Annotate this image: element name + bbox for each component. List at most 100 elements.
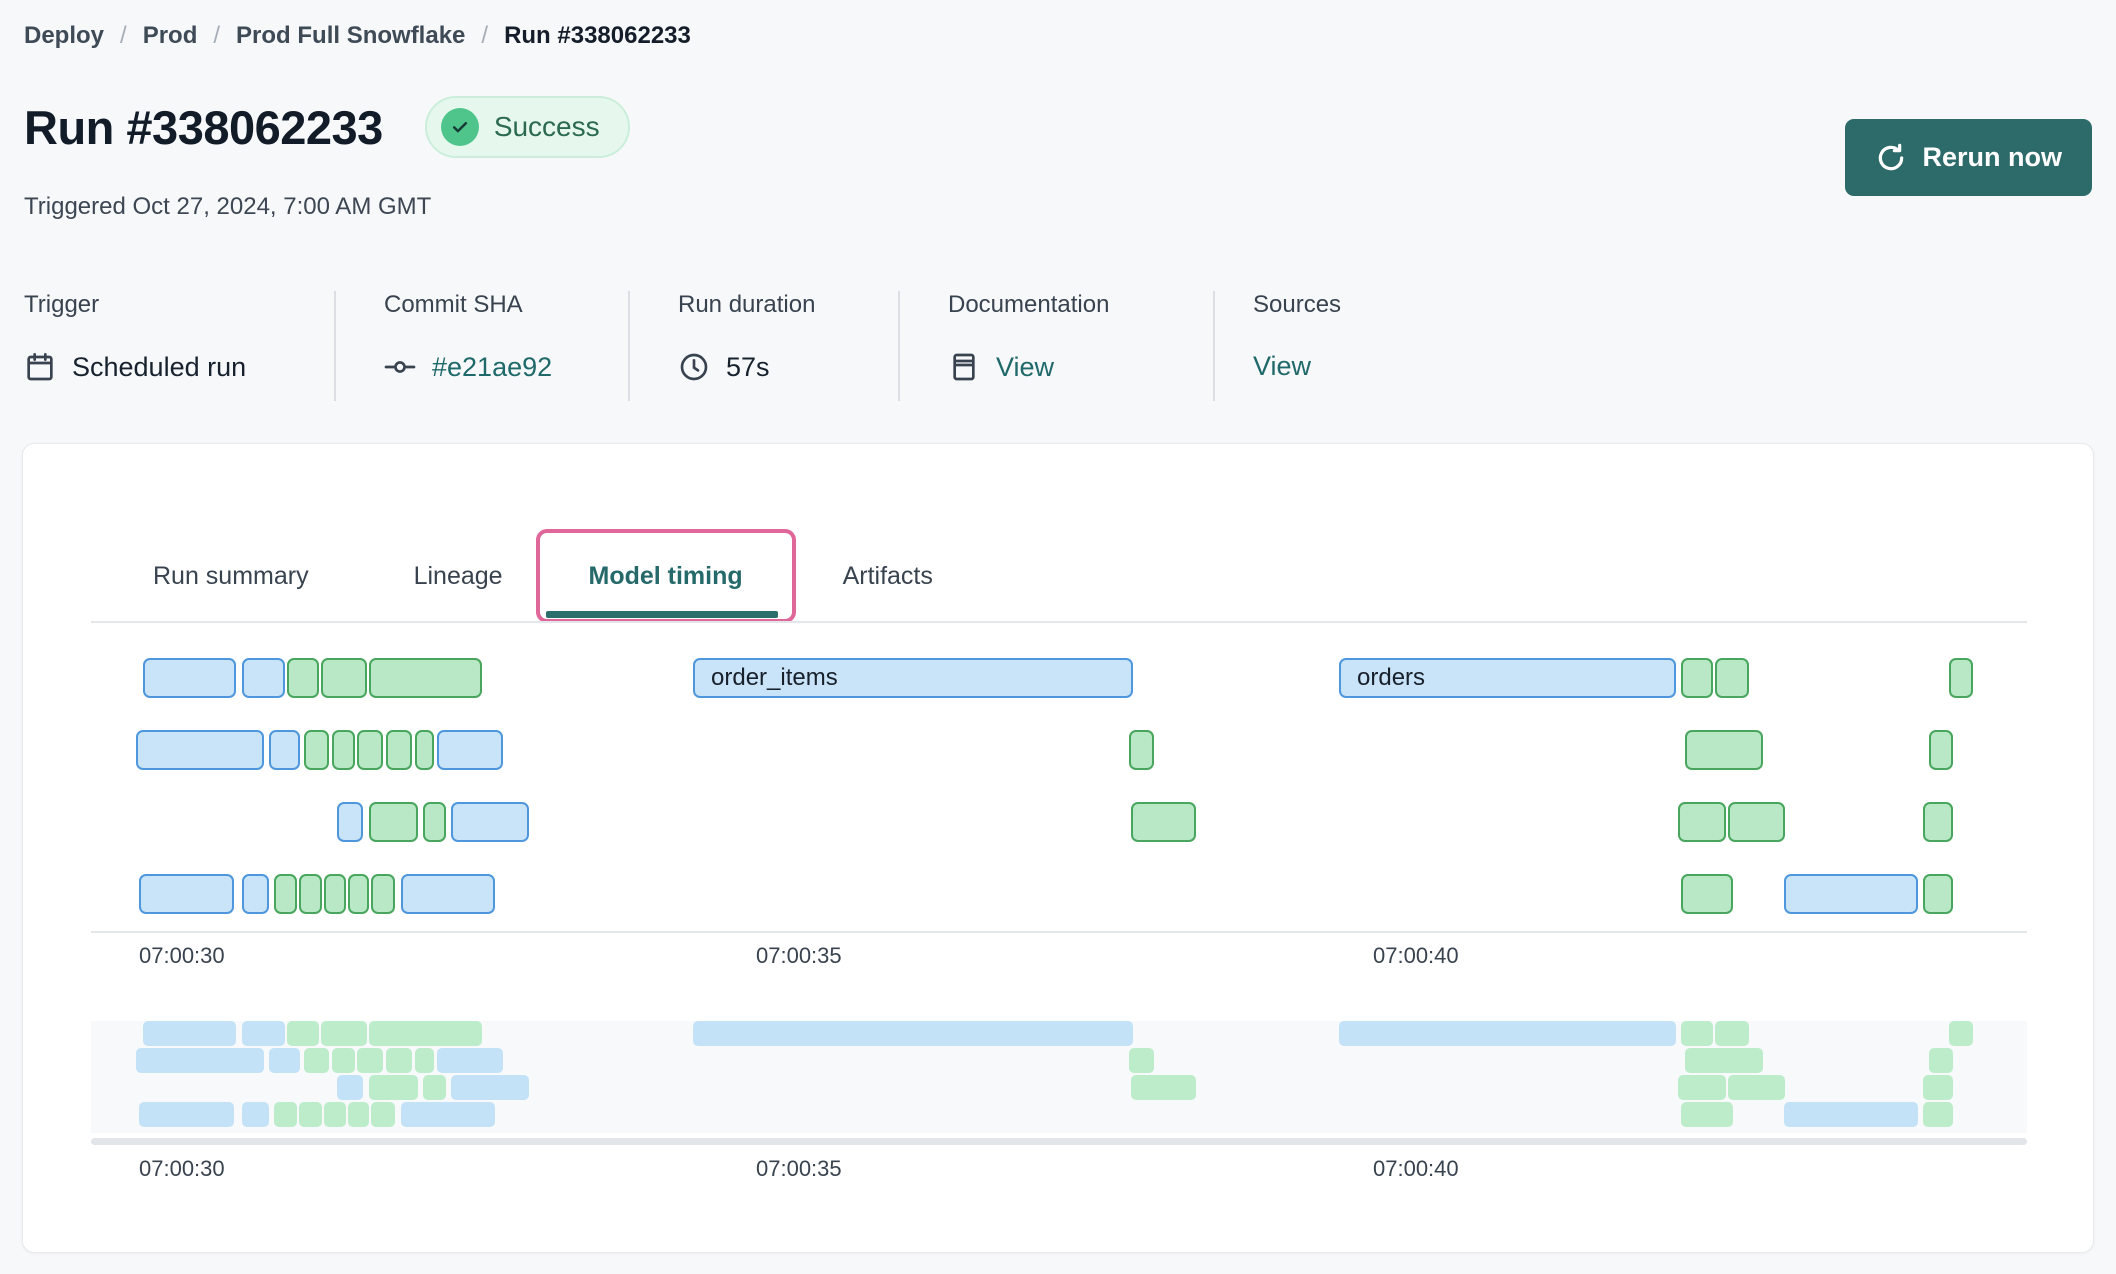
timing-bar[interactable] [1715, 658, 1749, 698]
minimap-bar [143, 1021, 236, 1046]
timing-bar[interactable] [357, 730, 383, 770]
timing-bar[interactable] [369, 802, 418, 842]
gantt-axis-line [91, 931, 2027, 933]
minimap-bar [386, 1048, 412, 1073]
timing-bar[interactable] [143, 658, 236, 698]
minimap-bar [324, 1102, 346, 1127]
timing-bar[interactable]: order_items [693, 658, 1133, 698]
minimap-bar [269, 1048, 300, 1073]
minimap-bar [415, 1048, 434, 1073]
breadcrumb-separator: / [481, 22, 489, 49]
tab-run-summary[interactable]: Run summary [153, 562, 309, 591]
timing-bar[interactable] [332, 730, 355, 770]
minimap-bar [1923, 1075, 1953, 1100]
axis-tick-label: 07:00:40 [1373, 1156, 1459, 1181]
timing-bar[interactable] [1949, 658, 1973, 698]
minimap-bar [242, 1102, 269, 1127]
minimap-bar [423, 1075, 446, 1100]
timing-bar[interactable] [269, 730, 300, 770]
timing-bar[interactable] [1784, 874, 1918, 914]
page-title: Run #338062233 [24, 100, 383, 154]
gantt-axis-ticks: 07:00:30 07:00:35 07:00:40 [91, 943, 2027, 973]
minimap-bar [401, 1102, 495, 1127]
meta-documentation-label: Documentation [948, 291, 1110, 318]
timing-bar[interactable] [136, 730, 264, 770]
timing-bar[interactable] [1131, 802, 1196, 842]
timing-bar[interactable] [337, 802, 363, 842]
timing-bar[interactable] [415, 730, 434, 770]
timing-bar[interactable] [1678, 802, 1726, 842]
timing-bar[interactable] [1929, 730, 1953, 770]
commit-sha-link[interactable]: #e21ae92 [432, 352, 552, 383]
timing-bar[interactable] [348, 874, 369, 914]
meta-duration-value: 57s [726, 351, 770, 382]
axis-tick-label: 07:00:30 [139, 943, 225, 968]
timing-minimap[interactable] [91, 1021, 2027, 1133]
sources-view-link[interactable]: View [1253, 351, 1311, 382]
timing-bar[interactable] [1923, 874, 1953, 914]
minimap-bar [1129, 1048, 1154, 1073]
breadcrumb-environment[interactable]: Prod Full Snowflake [236, 22, 465, 50]
breadcrumb: Deploy / Prod / Prod Full Snowflake / Ru… [24, 22, 691, 50]
timing-bar[interactable] [324, 874, 346, 914]
minimap-bar [369, 1021, 482, 1046]
rerun-now-button[interactable]: Rerun now [1844, 119, 2092, 196]
timing-bar[interactable] [401, 874, 495, 914]
timing-bar[interactable] [1685, 730, 1763, 770]
minimap-bar [287, 1021, 319, 1046]
timing-bar[interactable] [321, 658, 367, 698]
meta-trigger: Trigger Scheduled run [24, 291, 336, 401]
triggered-timestamp: Triggered Oct 27, 2024, 7:00 AM GMT [24, 193, 432, 220]
timing-bar[interactable] [287, 658, 319, 698]
refresh-icon [1875, 142, 1907, 174]
timing-bar[interactable] [1681, 658, 1713, 698]
tab-artifacts[interactable]: Artifacts [843, 562, 933, 591]
timing-bar[interactable] [242, 658, 285, 698]
minimap-bar [337, 1075, 363, 1100]
timing-bar[interactable] [1681, 874, 1733, 914]
timing-bar[interactable] [242, 874, 269, 914]
timing-bar[interactable] [1129, 730, 1154, 770]
tab-model-timing-highlight[interactable]: Model timing [535, 529, 796, 623]
minimap-bar [371, 1102, 395, 1127]
breadcrumb-separator: / [120, 22, 127, 49]
meta-run-duration: Run duration 57s [630, 291, 900, 401]
minimap-bar [1784, 1102, 1918, 1127]
breadcrumb-deploy[interactable]: Deploy [24, 22, 104, 50]
minimap-bar [369, 1075, 418, 1100]
timing-bar[interactable] [304, 730, 329, 770]
meta-trigger-value: Scheduled run [72, 351, 247, 382]
timing-bar[interactable] [274, 874, 297, 914]
tab-model-timing[interactable]: Model timing [589, 562, 743, 591]
breadcrumb-prod[interactable]: Prod [143, 22, 198, 50]
meta-sources-label: Sources [1253, 291, 1342, 318]
minimap-bar [242, 1021, 285, 1046]
run-meta-row: Trigger Scheduled run Commit SHA #e21ae9… [24, 291, 1415, 401]
timing-bar[interactable] [386, 730, 412, 770]
breadcrumb-run-current: Run #338062233 [504, 22, 691, 49]
timing-bar[interactable] [139, 874, 234, 914]
minimap-bar [1728, 1075, 1785, 1100]
minimap-bar [357, 1048, 383, 1073]
timing-bar[interactable] [451, 802, 529, 842]
timing-bar[interactable] [371, 874, 395, 914]
document-icon [948, 351, 980, 383]
minimap-bar [321, 1021, 367, 1046]
timing-bar[interactable] [1728, 802, 1785, 842]
rerun-now-label: Rerun now [1922, 142, 2063, 172]
calendar-icon [24, 351, 56, 383]
timing-bar[interactable]: orders [1339, 658, 1676, 698]
minimap-bar [348, 1102, 369, 1127]
minimap-bar [1923, 1102, 1953, 1127]
timing-bar[interactable] [299, 874, 322, 914]
minimap-bar [451, 1075, 529, 1100]
axis-tick-label: 07:00:40 [1373, 943, 1459, 968]
timing-bar[interactable] [423, 802, 446, 842]
timing-bar[interactable] [437, 730, 503, 770]
documentation-view-link[interactable]: View [996, 352, 1054, 383]
status-badge-label: Success [493, 111, 600, 142]
timing-bar[interactable] [1923, 802, 1953, 842]
tab-lineage[interactable]: Lineage [414, 562, 503, 591]
minimap-brush-track[interactable] [91, 1138, 2027, 1145]
timing-bar[interactable] [369, 658, 482, 698]
